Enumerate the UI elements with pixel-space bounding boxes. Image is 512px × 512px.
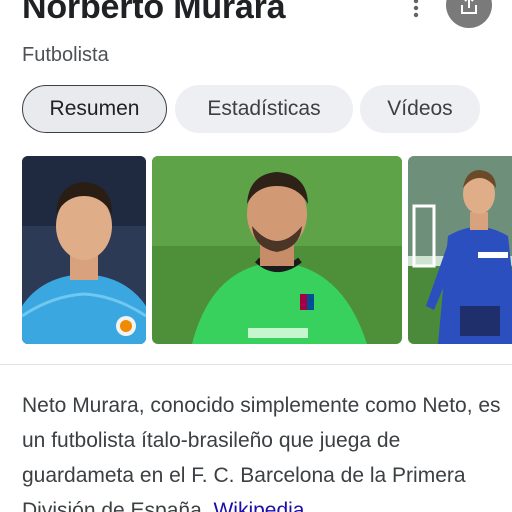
tab-videos[interactable]: Vídeos	[360, 85, 480, 133]
subtitle: Futbolista	[22, 44, 109, 66]
tab-estadisticas[interactable]: Estadísticas	[175, 85, 353, 133]
divider	[0, 364, 512, 365]
photo-2[interactable]	[152, 156, 402, 344]
description: Neto Murara, conocido simplemente como N…	[22, 388, 502, 512]
description-text: Neto Murara, conocido simplemente como N…	[22, 394, 501, 512]
share-icon	[461, 0, 477, 14]
share-button[interactable]	[446, 0, 492, 28]
photo-1[interactable]	[22, 156, 146, 344]
photo-3[interactable]	[408, 156, 512, 344]
more-options-button[interactable]	[404, 0, 428, 20]
page-title: Norberto Murara	[22, 0, 286, 26]
more-vert-icon	[413, 0, 419, 18]
wikipedia-link[interactable]: Wikipedia	[213, 499, 304, 512]
tab-resumen[interactable]: Resumen	[22, 85, 167, 133]
